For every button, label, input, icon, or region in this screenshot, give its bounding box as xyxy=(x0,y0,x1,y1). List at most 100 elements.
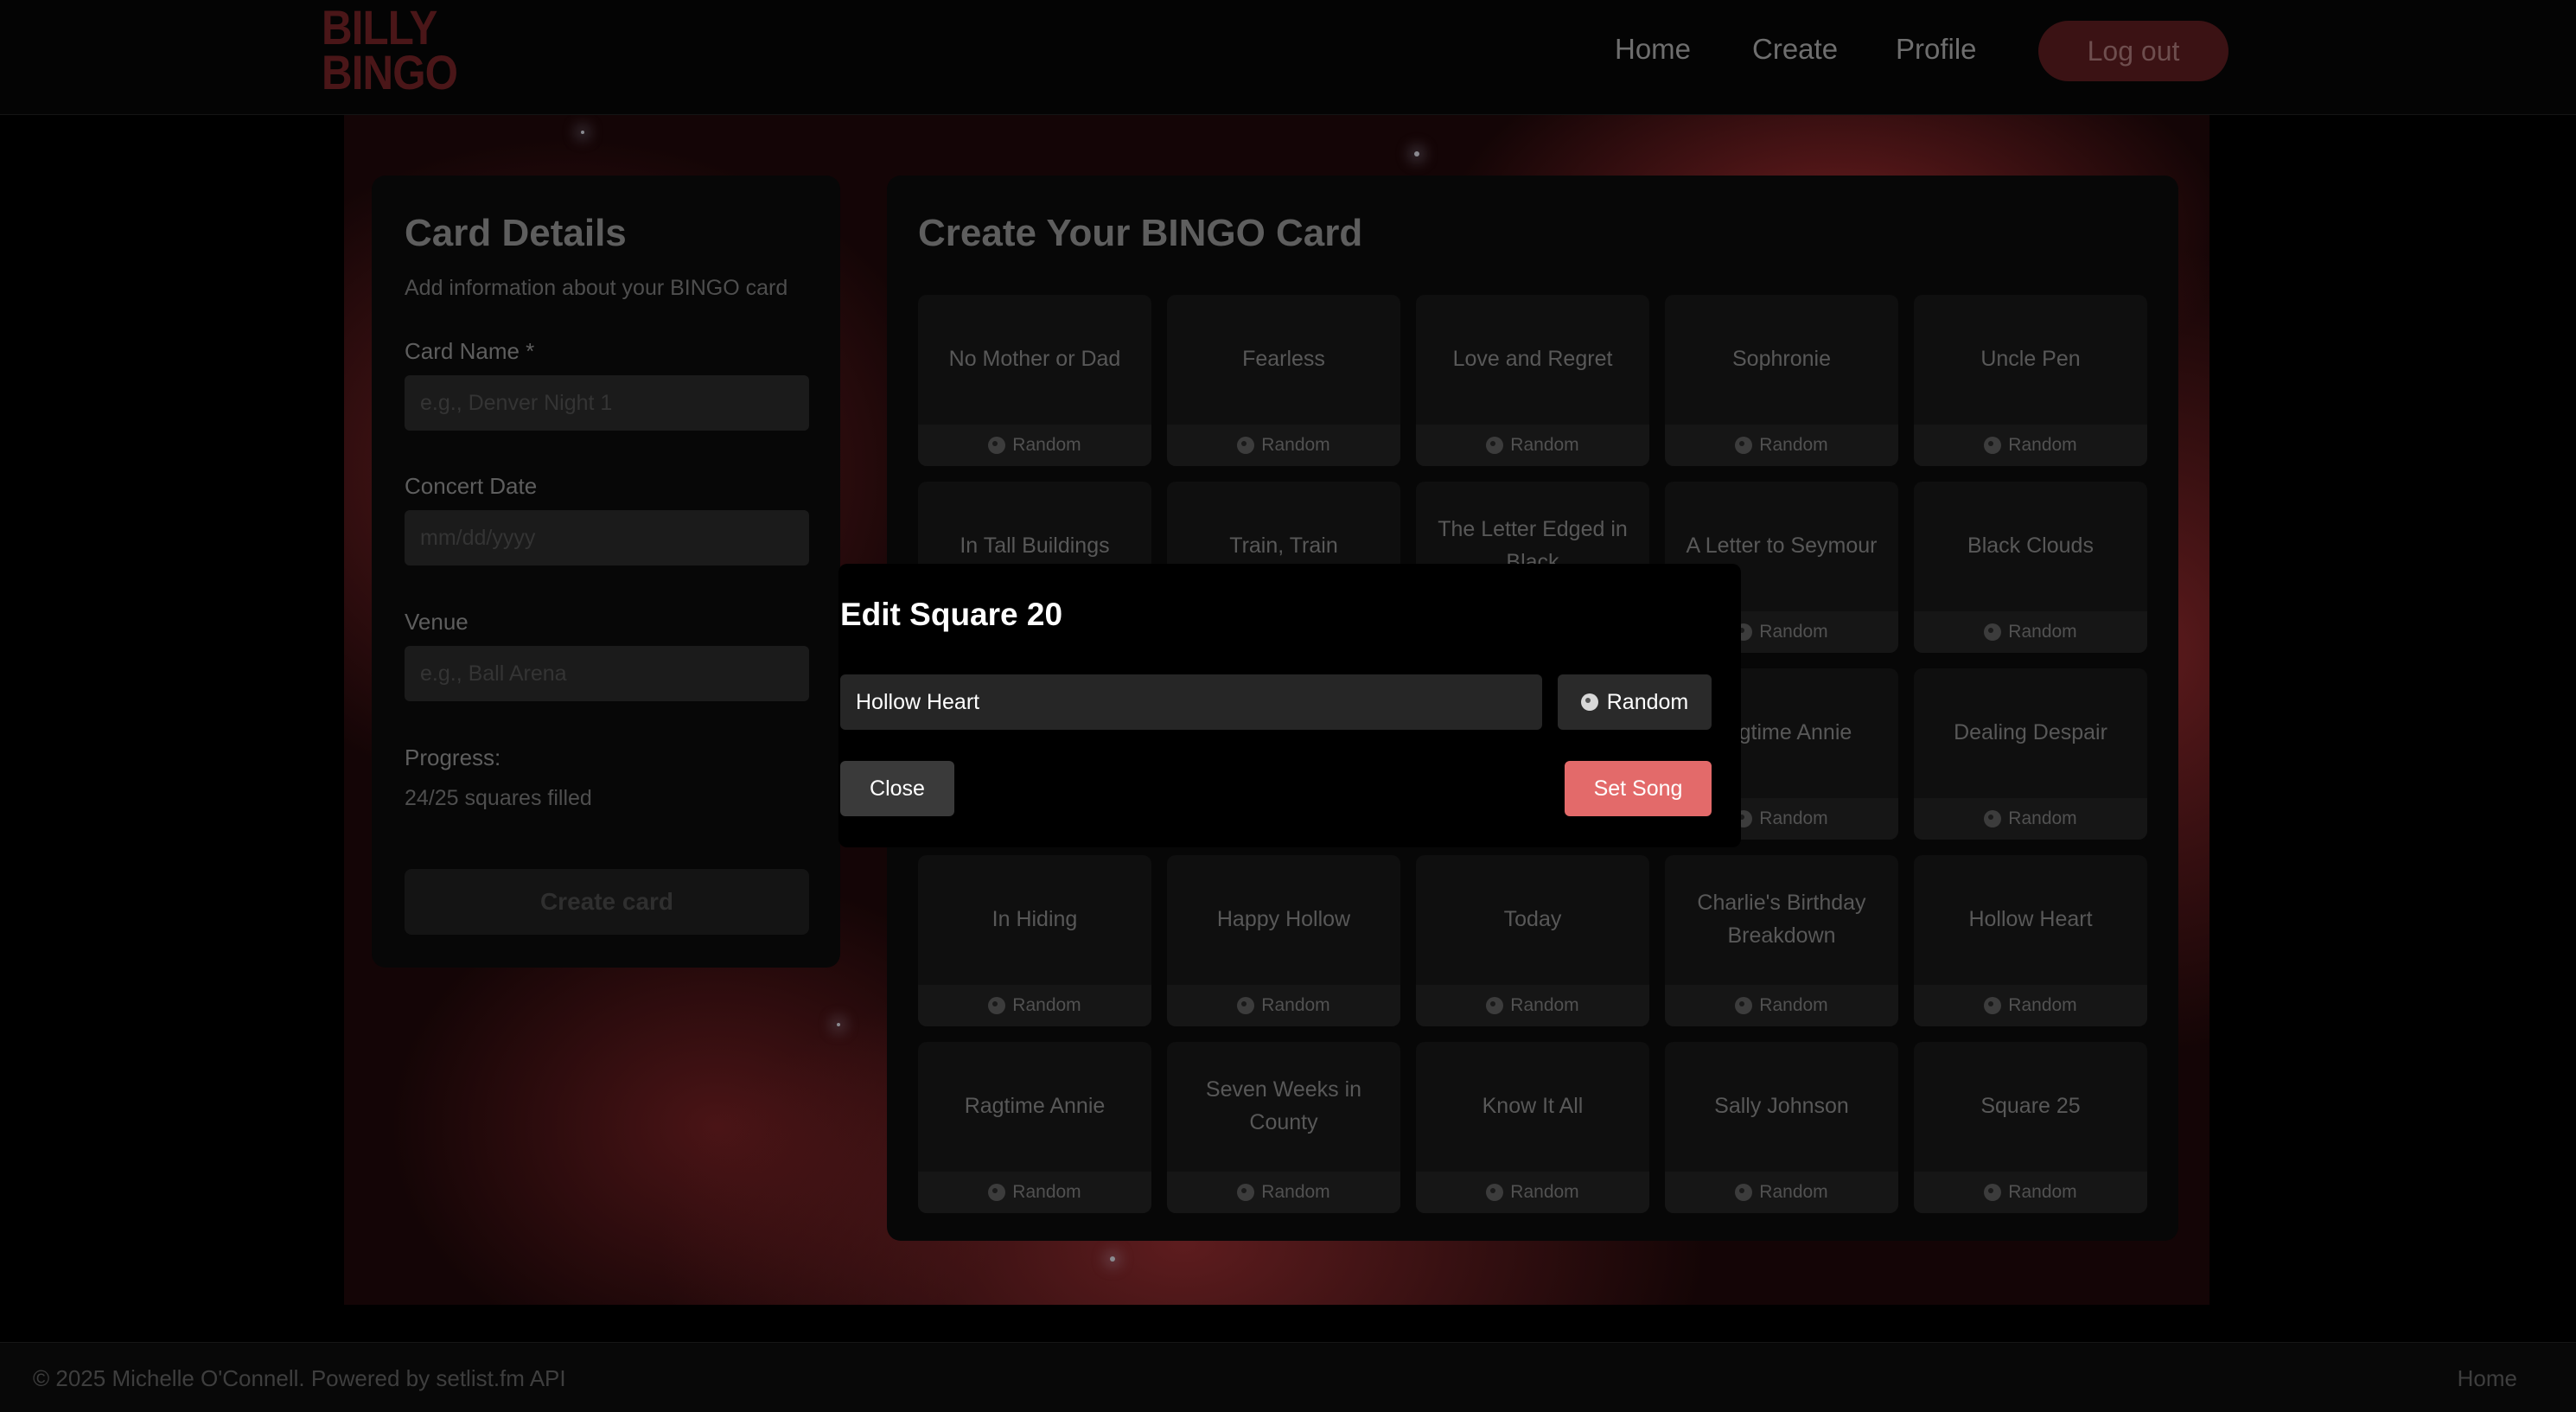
random-label: Random xyxy=(1510,435,1579,455)
details-subtitle: Add information about your BINGO card xyxy=(405,276,788,300)
dice-icon xyxy=(1580,693,1598,711)
dice-icon xyxy=(1486,1184,1504,1201)
card-title: Create Your BINGO Card xyxy=(918,212,1363,254)
bingo-square[interactable]: Love and Regret Random xyxy=(1416,295,1649,466)
square-title: No Mother or Dad xyxy=(948,347,1121,371)
dice-icon xyxy=(1237,997,1255,1014)
dice-icon xyxy=(1237,1184,1255,1201)
square-random-button[interactable]: Random xyxy=(1167,1172,1400,1213)
card-name-label: Card Name * xyxy=(405,338,535,364)
close-button[interactable]: Close xyxy=(840,761,954,816)
modal-random-button[interactable]: Random xyxy=(1558,674,1712,730)
square-random-button[interactable]: Random xyxy=(1665,985,1898,1026)
square-title: Seven Weeks in County xyxy=(1205,1077,1362,1134)
square-title: Charlie's Birthday Breakdown xyxy=(1697,891,1866,948)
bingo-square[interactable]: In Hiding Random xyxy=(918,855,1151,1026)
random-label: Random xyxy=(2008,995,2077,1015)
venue-input[interactable] xyxy=(405,646,809,701)
star-decoration xyxy=(581,131,584,134)
song-input[interactable] xyxy=(840,674,1542,730)
bingo-square[interactable]: Sophronie Random xyxy=(1665,295,1898,466)
square-random-button[interactable]: Random xyxy=(1167,425,1400,466)
site-header: BILLY BINGO Home Create Profile Log out xyxy=(0,0,2576,115)
bingo-square[interactable]: Fearless Random xyxy=(1167,295,1400,466)
site-logo[interactable]: BILLY BINGO xyxy=(322,0,458,99)
modal-random-label: Random xyxy=(1606,689,1689,714)
card-name-input[interactable] xyxy=(405,375,809,431)
square-random-button[interactable]: Random xyxy=(1665,1172,1898,1213)
bingo-square[interactable]: Happy Hollow Random xyxy=(1167,855,1400,1026)
random-label: Random xyxy=(2008,1182,2077,1202)
set-song-button[interactable]: Set Song xyxy=(1565,761,1712,816)
bingo-square[interactable]: Know It All Random xyxy=(1416,1042,1649,1213)
square-title: Happy Hollow xyxy=(1216,907,1351,931)
nav-create[interactable]: Create xyxy=(1752,33,1838,66)
dice-icon xyxy=(988,437,1006,454)
card-details-panel: Card Details Add information about your … xyxy=(372,176,840,968)
square-random-button[interactable]: Random xyxy=(1665,425,1898,466)
dice-icon xyxy=(1984,997,2002,1014)
bingo-square[interactable]: Black Clouds Random xyxy=(1914,482,2147,653)
create-card-button[interactable]: Create card xyxy=(405,869,809,935)
random-label: Random xyxy=(1012,995,1081,1015)
bingo-square[interactable]: Dealing Despair Random xyxy=(1914,668,2147,840)
dice-icon xyxy=(1984,810,2002,827)
square-random-button[interactable]: Random xyxy=(1914,798,2147,840)
square-random-button[interactable]: Random xyxy=(1416,1172,1649,1213)
star-decoration xyxy=(1414,151,1419,157)
bingo-square[interactable]: Today Random xyxy=(1416,855,1649,1026)
bingo-square[interactable]: Seven Weeks in County Random xyxy=(1167,1042,1400,1213)
dice-icon xyxy=(1984,437,2002,454)
random-label: Random xyxy=(1012,1182,1081,1202)
site-footer: © 2025 Michelle O'Connell. Powered by se… xyxy=(0,1342,2576,1412)
details-title: Card Details xyxy=(405,212,627,254)
square-title: Hollow Heart xyxy=(1968,907,2093,931)
square-random-button[interactable]: Random xyxy=(918,425,1151,466)
square-title: Know It All xyxy=(1482,1094,1584,1118)
bingo-square[interactable]: Ragtime Annie Random xyxy=(918,1042,1151,1213)
footer-home-link[interactable]: Home xyxy=(2458,1365,2517,1392)
random-label: Random xyxy=(1012,435,1081,455)
random-label: Random xyxy=(1759,995,1828,1015)
dice-icon xyxy=(988,997,1006,1014)
square-title: Dealing Despair xyxy=(1954,720,2107,744)
logout-button[interactable]: Log out xyxy=(2038,21,2228,81)
nav-profile[interactable]: Profile xyxy=(1896,33,1977,66)
bingo-square[interactable]: Charlie's Birthday Breakdown Random xyxy=(1665,855,1898,1026)
square-title: Square 25 xyxy=(1980,1094,2081,1118)
square-random-button[interactable]: Random xyxy=(1914,611,2147,653)
square-title: Uncle Pen xyxy=(1980,347,2081,371)
bingo-square[interactable]: Uncle Pen Random xyxy=(1914,295,2147,466)
dice-icon xyxy=(1486,437,1504,454)
star-decoration xyxy=(837,1023,840,1026)
square-random-button[interactable]: Random xyxy=(1914,985,2147,1026)
random-label: Random xyxy=(1759,435,1828,455)
square-random-button[interactable]: Random xyxy=(1914,1172,2147,1213)
bingo-square[interactable]: Sally Johnson Random xyxy=(1665,1042,1898,1213)
square-title: In Hiding xyxy=(992,907,1078,931)
progress-text: 24/25 squares filled xyxy=(405,786,592,810)
dice-icon xyxy=(1735,437,1753,454)
nav-home[interactable]: Home xyxy=(1615,33,1691,66)
dice-icon xyxy=(1984,1184,2002,1201)
square-random-button[interactable]: Random xyxy=(1167,985,1400,1026)
square-title: Sally Johnson xyxy=(1714,1094,1849,1118)
logo-line-2: BINGO xyxy=(322,45,458,99)
square-random-button[interactable]: Random xyxy=(1416,985,1649,1026)
square-random-button[interactable]: Random xyxy=(918,985,1151,1026)
bingo-square[interactable]: Square 25 Random xyxy=(1914,1042,2147,1213)
random-label: Random xyxy=(1261,435,1330,455)
random-label: Random xyxy=(1261,1182,1330,1202)
square-random-button[interactable]: Random xyxy=(1416,425,1649,466)
square-random-button[interactable]: Random xyxy=(918,1172,1151,1213)
edit-square-modal: Edit Square 20 Random Close Set Song xyxy=(838,564,1741,847)
square-random-button[interactable]: Random xyxy=(1914,425,2147,466)
bingo-square[interactable]: No Mother or Dad Random xyxy=(918,295,1151,466)
concert-date-input[interactable] xyxy=(405,510,809,565)
modal-title: Edit Square 20 xyxy=(840,597,1063,632)
logo-line-1: BILLY xyxy=(322,0,437,54)
star-decoration xyxy=(1110,1256,1115,1262)
square-title: Fearless xyxy=(1242,347,1325,371)
dice-icon xyxy=(1735,997,1753,1014)
bingo-square[interactable]: Hollow Heart Random xyxy=(1914,855,2147,1026)
